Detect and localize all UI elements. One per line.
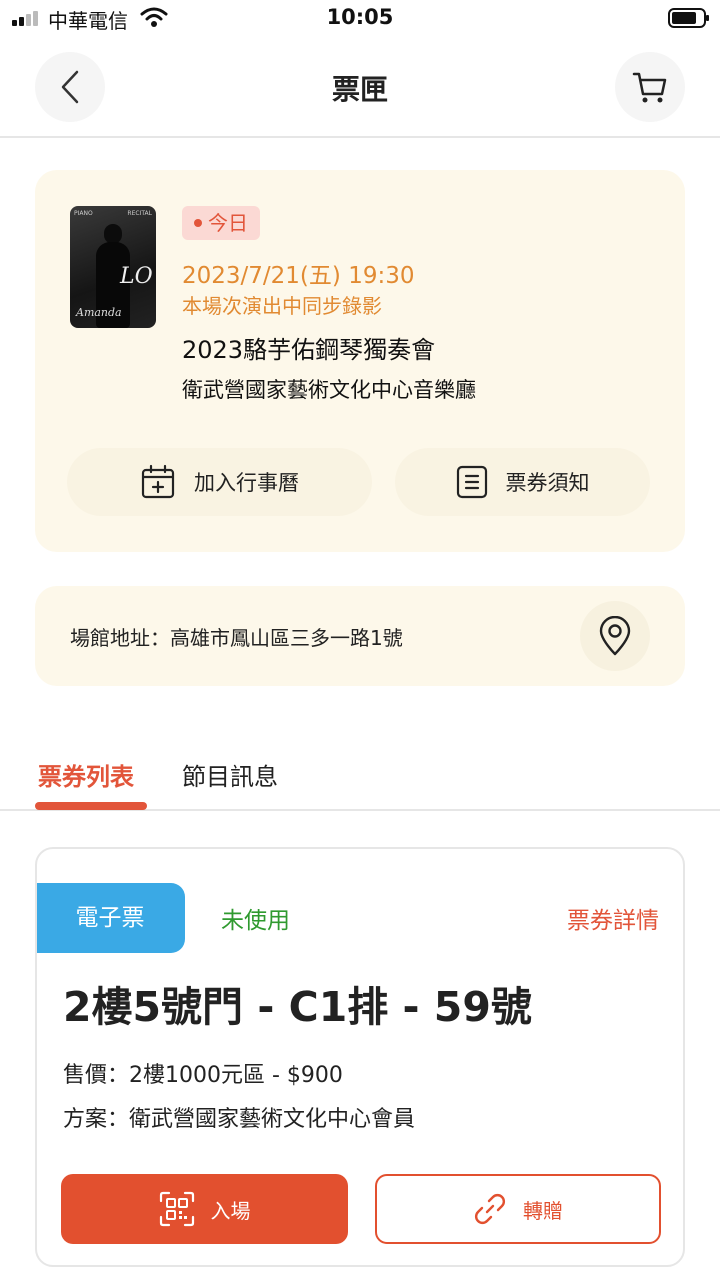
map-button[interactable]: [580, 601, 650, 671]
battery-icon: [668, 8, 709, 28]
add-calendar-label: 加入行事曆: [194, 471, 299, 495]
ticket-detail-link[interactable]: 票券詳情: [567, 901, 659, 935]
transfer-label: 轉贈: [523, 1198, 563, 1223]
dot-icon: [194, 218, 202, 227]
event-title: 2023駱芋佑鋼琴獨奏會: [182, 336, 436, 364]
poster-signature: Amanda: [76, 306, 122, 319]
ticket-status: 未使用: [221, 908, 290, 934]
ticket-notice-button[interactable]: 票券須知: [395, 448, 650, 516]
event-note: 本場次演出中同步錄影: [182, 294, 382, 318]
poster-figure-head: [104, 224, 122, 244]
qr-code-icon: [159, 1191, 194, 1227]
today-badge-label: 今日: [208, 211, 248, 235]
enter-label: 入場: [210, 1198, 251, 1223]
event-card: PIANO RECITAL LO Amanda 今日 2023/7/21(五) …: [35, 170, 685, 552]
link-icon: [475, 1194, 505, 1224]
map-pin-icon: [599, 616, 631, 656]
poster-text-left: PIANO: [74, 210, 93, 217]
venue-address-card: 場館地址：高雄市鳳山區三多一路1號: [35, 586, 685, 686]
event-poster[interactable]: PIANO RECITAL LO Amanda: [70, 206, 156, 328]
ticket-card: 電子票 未使用 票券詳情 2樓5號門 - C1排 - 59號 售價：2樓1000…: [35, 847, 685, 1267]
tab-active-indicator: [35, 802, 147, 810]
venue-address: 場館地址：高雄市鳳山區三多一路1號: [70, 626, 403, 650]
event-datetime: 2023/7/21(五) 19:30: [182, 263, 415, 289]
ticket-seat: 2樓5號門 - C1排 - 59號: [63, 983, 532, 1031]
add-calendar-button[interactable]: 加入行事曆: [67, 448, 372, 516]
status-bar: 中華電信 10:05: [0, 0, 720, 40]
poster-text-right: RECITAL: [127, 210, 152, 217]
ticket-type-badge: 電子票: [37, 883, 185, 953]
transfer-button[interactable]: 轉贈: [375, 1174, 661, 1244]
status-time: 10:05: [326, 5, 394, 29]
ticket-plan: 方案：衛武營國家藝術文化中心會員: [63, 1107, 416, 1132]
nav-header: 票匣: [0, 48, 720, 138]
ticket-price: 售價：2樓1000元區 - $900: [63, 1063, 343, 1088]
event-venue: 衛武營國家藝術文化中心音樂廳: [182, 378, 476, 402]
ticket-notice-label: 票券須知: [505, 471, 590, 495]
tab-ticket-list[interactable]: 票券列表: [38, 757, 134, 792]
calendar-add-icon: [141, 464, 175, 499]
cart-button[interactable]: [615, 52, 685, 122]
tab-program-info[interactable]: 節目訊息: [182, 757, 278, 792]
poster-mark: LO: [120, 264, 153, 289]
page-title: 票匣: [331, 73, 388, 106]
today-badge: 今日: [182, 206, 260, 240]
document-list-icon: [456, 465, 487, 499]
enter-button[interactable]: 入場: [61, 1174, 348, 1244]
cart-icon: [632, 72, 667, 103]
tab-bar: 票券列表 節目訊息: [0, 745, 720, 811]
